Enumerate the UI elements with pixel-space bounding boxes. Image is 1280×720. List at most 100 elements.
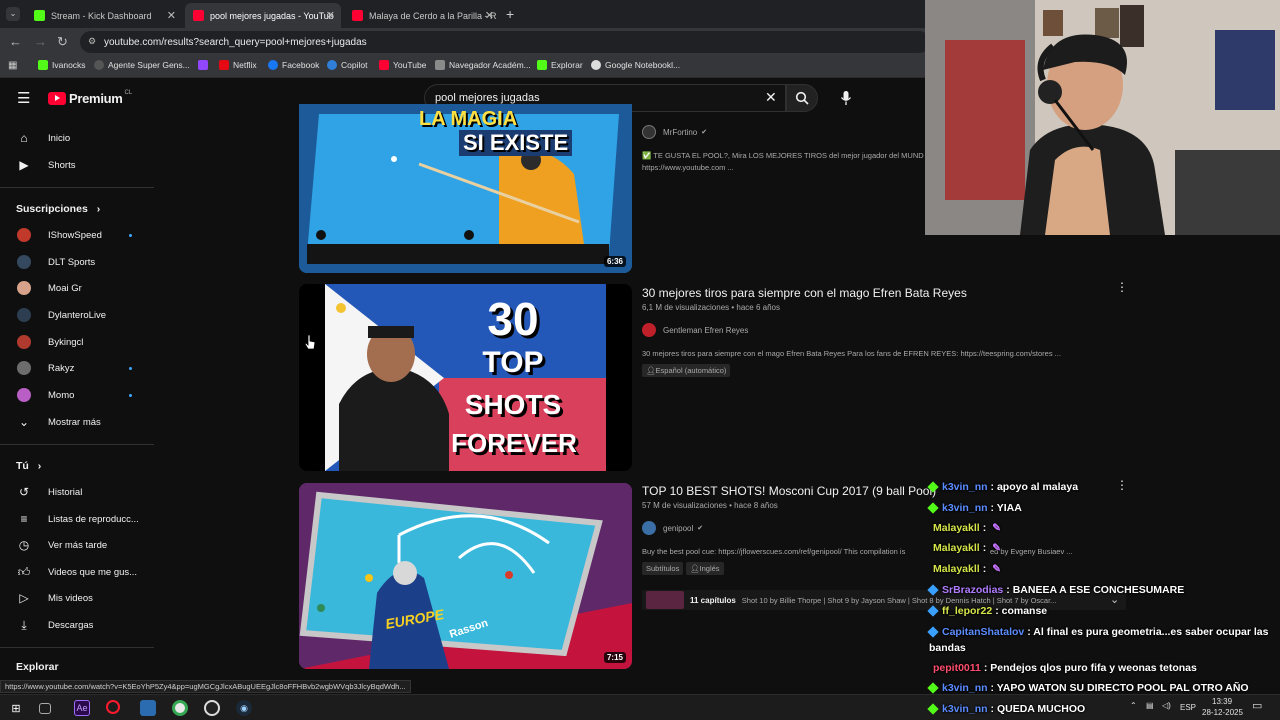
sidebar-item-playlists[interactable]: ≡ Listas de reproducc... (0, 506, 154, 532)
input-language[interactable]: ESP (1180, 703, 1196, 712)
video-thumbnail[interactable]: LA MAGIA SI EXISTE 6:36 (299, 104, 632, 273)
avatar (17, 281, 31, 295)
avatar (642, 125, 656, 139)
sidebar-item-shorts[interactable]: ▶ Shorts (0, 152, 154, 178)
bookmark-notebooklm[interactable]: Google Notebookl... (591, 60, 680, 70)
network-icon[interactable]: ▤ (1146, 701, 1154, 710)
video-description: ✅ TE GUSTA EL POOL?, Mira LOS MEJORES TI… (642, 151, 924, 160)
tray-chevron-icon[interactable]: ⌃ (1130, 701, 1137, 710)
sidebar-item-my-videos[interactable]: ▷ Mis videos (0, 585, 154, 611)
close-icon[interactable]: ✕ (485, 9, 494, 22)
notifications-icon[interactable]: ▭ (1252, 699, 1262, 712)
chat-message: ff_lepor22: comanse (927, 605, 1048, 617)
youtube-sidebar: ⌂ Inicio ▶ Shorts Suscripciones › IShowS… (0, 118, 154, 680)
sidebar-sub-dylanterolive[interactable]: DylanteroLive (0, 302, 154, 328)
video-title[interactable]: TOP 10 BEST SHOTS! Mosconi Cup 2017 (9 b… (642, 484, 936, 498)
apps-icon[interactable]: ▦ (8, 60, 17, 71)
tab-search-icon[interactable]: ⌄ (6, 7, 20, 21)
chat-text: : comanse (995, 605, 1048, 617)
app-icon[interactable] (140, 700, 156, 716)
sidebar-sub-momo[interactable]: Momo (0, 382, 154, 408)
sidebar-show-more[interactable]: ⌄ Mostrar más (0, 409, 154, 435)
sidebar-sub-bykingcl[interactable]: Bykingcl (0, 329, 154, 355)
copilot-icon (327, 60, 337, 70)
bookmark-ivanocks[interactable]: Ivanocks (38, 60, 86, 70)
sidebar-item-inicio[interactable]: ⌂ Inicio (0, 125, 154, 151)
sidebar-item-watch-later[interactable]: ◷ Ver más tarde (0, 532, 154, 558)
sidebar-sub-ishowspeed[interactable]: IShowSpeed (0, 222, 154, 248)
forward-button[interactable]: → (34, 34, 47, 49)
site-info-icon[interactable]: ⚙ (88, 36, 96, 47)
bookmark-netflix[interactable]: Netflix (219, 60, 257, 70)
sidebar-item-downloads[interactable]: ⤓ Descargas (0, 612, 154, 638)
bookmark-twitch[interactable] (198, 60, 212, 70)
you-header[interactable]: Tú › (16, 460, 41, 472)
sidebar-item-liked[interactable]: 👍︎ Videos que me gus... (0, 559, 154, 585)
close-icon[interactable]: ✕ (167, 9, 176, 22)
thumbnail-text: TOP (482, 346, 544, 379)
channel-link[interactable]: MrFortino ✔ (642, 125, 707, 139)
youtube-icon (193, 10, 204, 21)
chat-text: : Pendejos qlos puro fifa y weonas teton… (983, 662, 1197, 674)
clock-date[interactable]: 28-12-2025 (1202, 708, 1243, 717)
search-button[interactable] (786, 84, 818, 112)
tab-kick-dashboard[interactable]: Stream - Kick Dashboard ✕ (26, 3, 182, 28)
chat-text: bandas (929, 642, 966, 654)
url-bar[interactable]: ⚙ youtube.com/results?search_query=pool+… (80, 31, 930, 53)
badge-icon (927, 584, 939, 596)
voice-search-button[interactable] (840, 90, 852, 111)
tab-malaya-video[interactable]: Malaya de Cerdo a la Parilla - R ✕ (344, 3, 500, 28)
close-icon[interactable]: ✕ (326, 9, 335, 22)
youtube-logo[interactable]: Premium CL (48, 90, 132, 106)
clock-time[interactable]: 13:39 (1212, 697, 1232, 706)
chrome-icon[interactable] (172, 700, 188, 716)
youtube-icon (352, 10, 363, 21)
video-thumbnail[interactable]: 30 TOP SHOTS FOREVER (299, 284, 632, 471)
sidebar-sub-dlt-sports[interactable]: DLT Sports (0, 249, 154, 275)
sidebar-sub-moai-gr[interactable]: Moai Gr (0, 275, 154, 301)
chat-username: pepit0011 (933, 662, 981, 674)
after-effects-icon[interactable]: Ae (74, 700, 90, 716)
opera-icon[interactable] (106, 700, 120, 714)
channel-link[interactable]: Gentleman Efren Reyes (642, 323, 748, 337)
mosconi-table-image (299, 483, 632, 669)
bookmark-explorar[interactable]: Explorar (537, 60, 583, 70)
subscriptions-header[interactable]: Suscripciones › (16, 203, 100, 215)
avatar (17, 335, 31, 349)
new-content-dot (129, 233, 132, 237)
bookmark-copilot[interactable]: Copilot (327, 60, 367, 70)
bookmark-youtube[interactable]: YouTube (379, 60, 426, 70)
url-text: youtube.com/results?search_query=pool+me… (104, 36, 367, 48)
clear-search-icon[interactable]: ✕ (765, 89, 777, 106)
obs-icon[interactable] (204, 700, 220, 716)
tab-youtube-search[interactable]: pool mejores jugadas - YouTub ✕ (185, 3, 341, 28)
channel-link[interactable]: genipool ✔ (642, 521, 703, 535)
badge-icon (927, 626, 939, 638)
windows-start-icon[interactable]: ⊞ (8, 700, 24, 716)
avatar (17, 228, 31, 242)
back-button[interactable]: ← (9, 34, 22, 49)
video-thumbnail[interactable]: EUROPE Rasson 7:15 (299, 483, 632, 669)
menu-icon[interactable]: ☰ (17, 89, 30, 107)
sidebar-sub-rakyz[interactable]: Rakyz (0, 355, 154, 381)
new-tab-button[interactable]: + (506, 6, 514, 22)
search-icon (795, 91, 809, 105)
bookmark-facebook[interactable]: Facebook (268, 60, 319, 70)
volume-icon[interactable]: ◁) (1162, 701, 1171, 710)
bookmark-agente[interactable]: Agente Super Gens... (94, 60, 190, 70)
reload-button[interactable]: ↻ (57, 34, 68, 50)
sidebar-item-historial[interactable]: ↺ Historial (0, 479, 154, 505)
task-view-icon[interactable] (39, 703, 51, 714)
bookmark-navegador[interactable]: Navegador Académ... (435, 60, 531, 70)
emote-icon: ✎ (992, 542, 1002, 554)
chapters-count: 11 capítulos (690, 595, 736, 605)
chat-text: : (982, 522, 987, 534)
home-icon: ⌂ (20, 131, 28, 145)
playlists-icon: ≡ (20, 512, 28, 526)
video-title[interactable]: 30 mejores tiros para siempre con el mag… (642, 286, 967, 300)
badge-icon (927, 605, 939, 617)
avatar (17, 255, 31, 269)
more-options-icon[interactable]: ⋮ (1116, 281, 1128, 293)
steam-icon[interactable]: ◉ (236, 700, 252, 716)
webcam-overlay (925, 0, 1280, 235)
